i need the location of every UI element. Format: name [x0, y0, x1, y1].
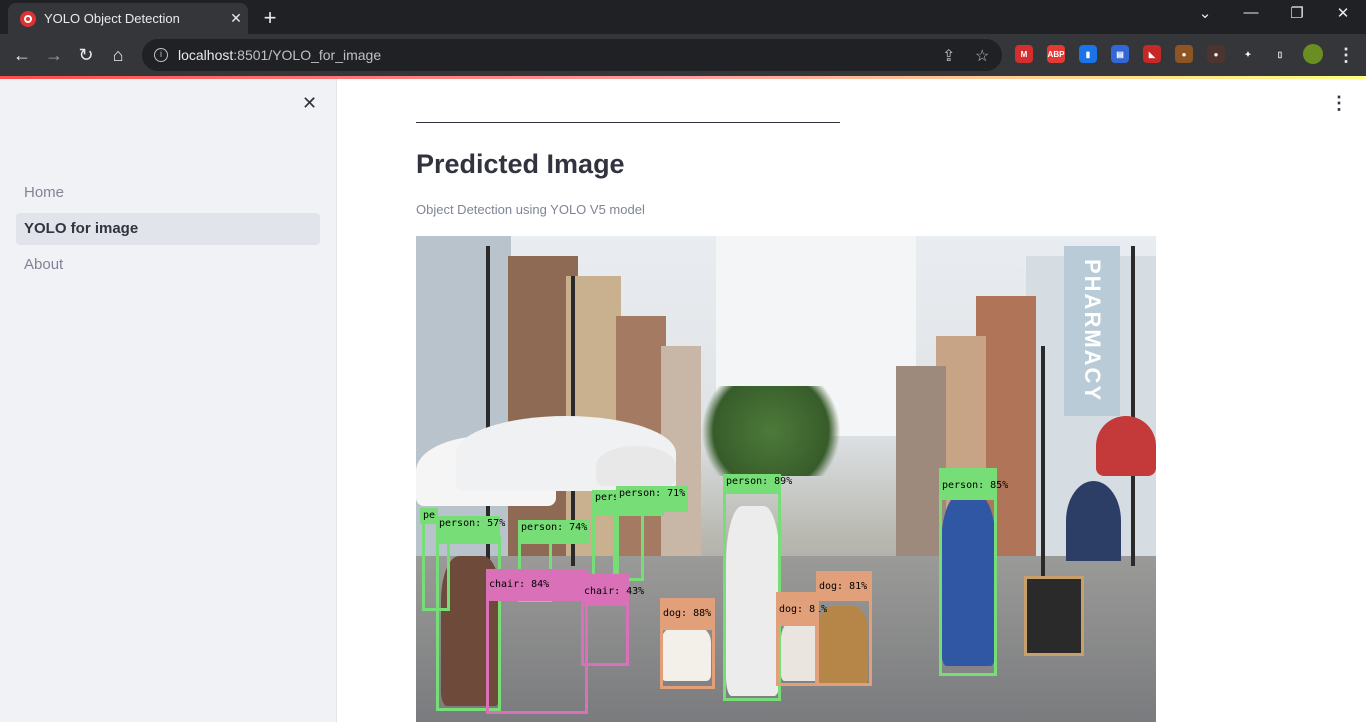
new-tab-button[interactable]: +	[258, 5, 282, 31]
detection-label: person: 85%	[939, 468, 1008, 500]
reload-button[interactable]: ↻	[74, 43, 98, 67]
sandwich-board	[1024, 576, 1084, 656]
m-extension-icon[interactable]: M	[1015, 45, 1033, 63]
chart-extension-icon[interactable]: ◣	[1143, 45, 1161, 63]
umbrella	[596, 446, 676, 486]
detection-label: chair: 84%	[486, 569, 588, 601]
detection-box	[816, 591, 872, 686]
detection-label: dog: 81%	[776, 592, 827, 626]
back-button[interactable]: ←	[10, 43, 34, 67]
detection-label: dog: 88%	[660, 598, 715, 630]
sidepanel-icon[interactable]: ▯	[1271, 45, 1289, 63]
sidebar-item-home[interactable]: Home	[16, 177, 320, 209]
browser-tab[interactable]: YOLO Object Detection ✕	[8, 3, 248, 34]
sidebar: ✕ Home YOLO for image About	[0, 79, 337, 722]
cookie-extension-icon[interactable]: ●	[1175, 45, 1193, 63]
detection-label: chair: 43%	[581, 574, 644, 606]
trees	[686, 386, 856, 476]
detection-box	[616, 501, 644, 581]
window-close-button[interactable]: ✕	[1320, 4, 1366, 22]
bookmark-extension-icon[interactable]: ▮	[1079, 45, 1097, 63]
umbrella	[1066, 481, 1121, 561]
main-content: ⋮ Predicted Image Object Detection using…	[337, 79, 1366, 722]
detection-label: person: 74%	[518, 520, 591, 544]
detection-label: person: 57%	[436, 516, 505, 544]
profile-avatar[interactable]	[1303, 44, 1323, 64]
tab-title: YOLO Object Detection	[44, 11, 180, 26]
site-info-icon[interactable]: i	[154, 48, 168, 62]
traffic-pole	[1041, 346, 1045, 576]
minimize-button[interactable]: —	[1228, 4, 1274, 21]
detection-box	[723, 491, 781, 701]
bookmark-star-icon[interactable]: ☆	[975, 46, 989, 66]
share-icon[interactable]: ⇪	[942, 46, 955, 66]
address-bar[interactable]: i localhost:8501/YOLO_for_image ⇪ ☆	[142, 39, 1002, 71]
forward-button[interactable]: →	[42, 43, 66, 67]
page-caption: Object Detection using YOLO V5 model	[416, 202, 645, 217]
page-title: Predicted Image	[416, 149, 625, 179]
browser-toolbar: ← → ↻ ⌂ i localhost:8501/YOLO_for_image …	[0, 34, 1366, 76]
tab-favicon	[20, 10, 36, 27]
predicted-image: PHARMACY pe person: 57% person: 74% pers…	[416, 236, 1156, 722]
adblock-plus-icon[interactable]: ABP	[1047, 45, 1065, 63]
url-text: localhost:8501/YOLO_for_image	[178, 47, 382, 63]
tab-close-icon[interactable]: ✕	[224, 10, 248, 27]
divider	[416, 122, 840, 123]
sidebar-close-icon[interactable]: ✕	[302, 93, 317, 114]
sidebar-item-yolo-for-image[interactable]: YOLO for image	[16, 213, 320, 245]
pharmacy-sign: PHARMACY	[1064, 246, 1120, 416]
save-extension-icon[interactable]: ▤	[1111, 45, 1129, 63]
detection-box	[939, 486, 997, 676]
home-button[interactable]: ⌂	[106, 43, 130, 67]
detection-box	[592, 506, 616, 581]
umbrella	[1096, 416, 1156, 476]
detection-label: person: 71%	[616, 486, 689, 512]
tab-search-icon[interactable]: ⌄	[1182, 4, 1228, 22]
detection-label: person: 89%	[723, 474, 792, 494]
browser-menu-icon[interactable]: ⋮	[1334, 43, 1358, 67]
sidebar-item-about[interactable]: About	[16, 249, 320, 281]
street-lamp	[1131, 246, 1135, 566]
dark-extension-icon[interactable]: ●	[1207, 45, 1225, 63]
puzzle-icon[interactable]: ✦	[1239, 45, 1257, 63]
browser-titlebar: YOLO Object Detection ✕ + ⌄ — ❐ ✕	[0, 0, 1366, 34]
app-menu-icon[interactable]: ⋮	[1330, 93, 1348, 114]
restore-button[interactable]: ❐	[1274, 4, 1320, 22]
detection-label: dog: 81%	[816, 571, 872, 601]
